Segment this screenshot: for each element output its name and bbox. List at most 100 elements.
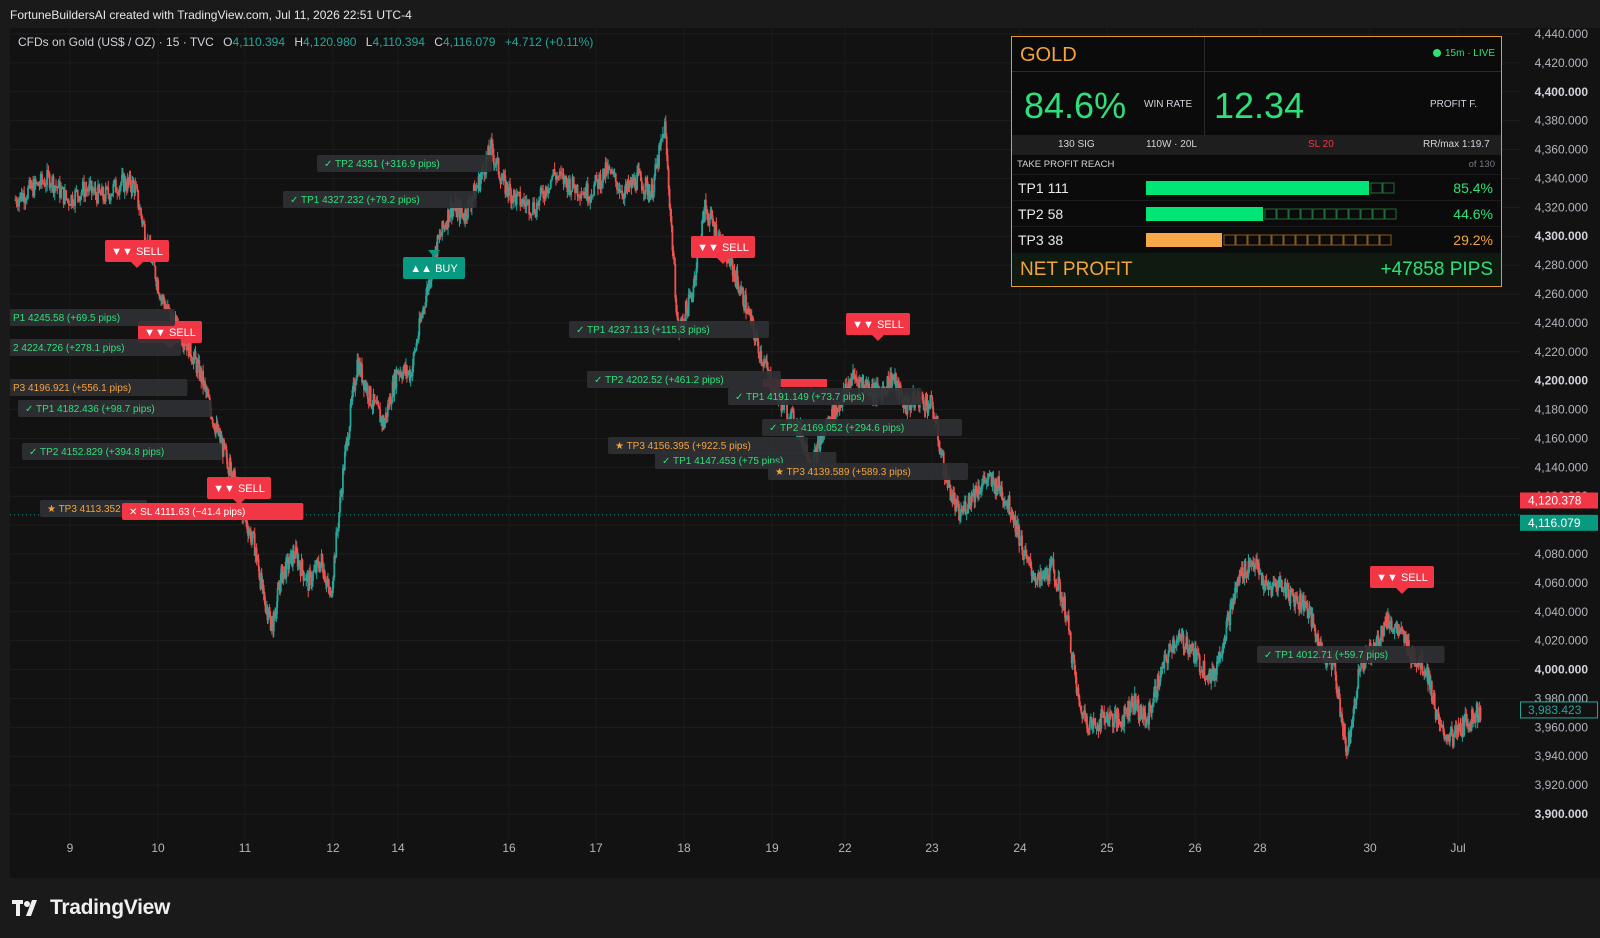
top-bar: FortuneBuildersAI created with TradingVi…: [0, 0, 1600, 28]
tp-bar-empty-cell: [1319, 234, 1332, 246]
time-tick-label: 30: [1363, 841, 1377, 855]
signal-count: 130 SIG: [1058, 139, 1095, 150]
candle-body: [565, 175, 568, 182]
candle-body: [523, 199, 525, 203]
candle-body: [1356, 688, 1359, 698]
candle-body: [107, 187, 110, 195]
tp-bar-empty-cell: [1384, 208, 1397, 220]
candle-body: [528, 200, 531, 215]
time-tick-label: 18: [677, 841, 691, 855]
tp-label-text: ★ TP3 4156.395 (+922.5 pips): [615, 441, 751, 452]
candle-body: [377, 401, 380, 407]
high-label: H: [294, 35, 304, 49]
tp3-bar: [1146, 233, 1392, 247]
candle-body: [65, 190, 68, 199]
candle-body: [621, 190, 624, 196]
tp-label-text: ✓ TP1 4147.453 (+75 pips): [662, 456, 783, 467]
price-tick-label: 4,400.000: [1535, 85, 1589, 99]
candle-body: [94, 187, 97, 195]
tp-reach-label: TAKE PROFIT REACH: [1017, 159, 1115, 170]
candle-body: [157, 280, 160, 294]
time-tick-label: 14: [391, 841, 405, 855]
tp-bar-empty-cell: [1336, 208, 1349, 220]
price-tick-label: 4,420.000: [1535, 56, 1589, 70]
tp-bar-empty-cell: [1348, 208, 1361, 220]
candle-body: [614, 173, 617, 182]
tp-bar-empty-cell: [1370, 182, 1383, 194]
candle-body: [102, 187, 105, 200]
sell-signal-pointer: [1396, 588, 1408, 594]
tp-label-text: ✓ TP1 4327.232 (+79.2 pips): [290, 195, 420, 206]
candle-body: [549, 179, 552, 189]
time-tick-label: 28: [1253, 841, 1267, 855]
candle-body: [154, 266, 157, 279]
tp-label-text: ✓ TP2 4152.829 (+394.8 pips): [29, 447, 164, 458]
price-tick-label: 3,900.000: [1535, 807, 1589, 821]
price-tick-label: 4,200.000: [1535, 374, 1589, 388]
candle-body: [109, 196, 112, 201]
time-tick-label: 24: [1013, 841, 1027, 855]
tp-reach-header: TAKE PROFIT REACH of 130: [1012, 155, 1501, 173]
sell-signal-text: ▼▼ SELL: [144, 327, 196, 339]
sell-signal-text: ▼▼ SELL: [213, 483, 265, 495]
price-tick-label: 4,260.000: [1535, 287, 1589, 301]
time-tick-label: 23: [925, 841, 939, 855]
candle-body: [525, 201, 528, 207]
candle-body: [15, 199, 18, 204]
candle-body: [533, 202, 536, 214]
time-tick-label: 26: [1188, 841, 1202, 855]
close-value: 4,116.079: [442, 35, 496, 49]
candle-body: [538, 196, 541, 206]
tp-bar-empty-cell: [1259, 234, 1272, 246]
candle-body: [670, 216, 673, 227]
price-axis[interactable]: 4,440.000 4,420.000 4,400.000 4,380.000 4,36…: [1520, 28, 1600, 878]
candle-body: [276, 588, 279, 602]
candle-body: [519, 191, 522, 206]
tradingview-logo[interactable]: TradingView: [12, 896, 170, 920]
candle-body: [27, 187, 29, 199]
candle-body: [88, 184, 91, 192]
price-tick-label: 4,440.000: [1535, 28, 1589, 41]
net-profit-value: +47858 PIPS: [1380, 259, 1493, 280]
live-dot-icon: [1432, 49, 1441, 57]
candle-body: [1067, 615, 1070, 631]
time-tick-label: Jul: [1450, 841, 1465, 855]
current-price-text: 4,120.378: [1528, 494, 1582, 508]
sell-signal-text: ▼▼ SELL: [1376, 572, 1428, 584]
price-tick-label: 4,280.000: [1535, 258, 1589, 272]
open-value: 4,110.394: [232, 35, 286, 49]
tp2-name: TP2 58: [1018, 206, 1064, 222]
price-tick-label: 4,040.000: [1535, 605, 1589, 619]
candle-body: [114, 179, 117, 193]
price-tick-label: 4,140.000: [1535, 460, 1589, 474]
tp-bar-empty-cell: [1379, 234, 1392, 246]
candle-body: [757, 341, 760, 354]
tp3-row: TP3 38 29.2%: [1012, 226, 1501, 253]
candle-body: [50, 185, 52, 188]
candle-body: [25, 198, 28, 201]
candle-body: [80, 192, 83, 196]
candle-body: [92, 191, 94, 193]
candle-body: [1069, 632, 1072, 653]
price-tick-label: 4,020.000: [1535, 634, 1589, 648]
candle-body: [541, 187, 543, 191]
tp-bar-empty-cell: [1276, 208, 1289, 220]
tp-bar-empty-cell: [1283, 234, 1296, 246]
candle-body: [591, 195, 594, 197]
bottom-bar: [0, 878, 1600, 938]
tp-label-text: P1 4245.58 (+69.5 pips): [13, 313, 120, 324]
candle-body: [118, 186, 121, 195]
tp-label-text: ★ TP3 4113.352: [47, 504, 121, 515]
candle-body: [288, 564, 290, 570]
candle-body: [557, 176, 560, 178]
win-rate-value: 84.6%: [1024, 85, 1127, 126]
tp-bar-empty-cell: [1360, 208, 1373, 220]
tp-label-text: ★ TP3 4139.589 (+589.3 pips): [775, 467, 911, 478]
candle-body: [67, 200, 70, 205]
tp-bar-empty-cell: [1264, 208, 1277, 220]
candle-body: [1034, 576, 1037, 582]
candle-body: [742, 288, 745, 306]
price-tick-label: 3,940.000: [1535, 749, 1589, 763]
candle-body: [674, 264, 677, 299]
candle-body: [1312, 614, 1315, 625]
